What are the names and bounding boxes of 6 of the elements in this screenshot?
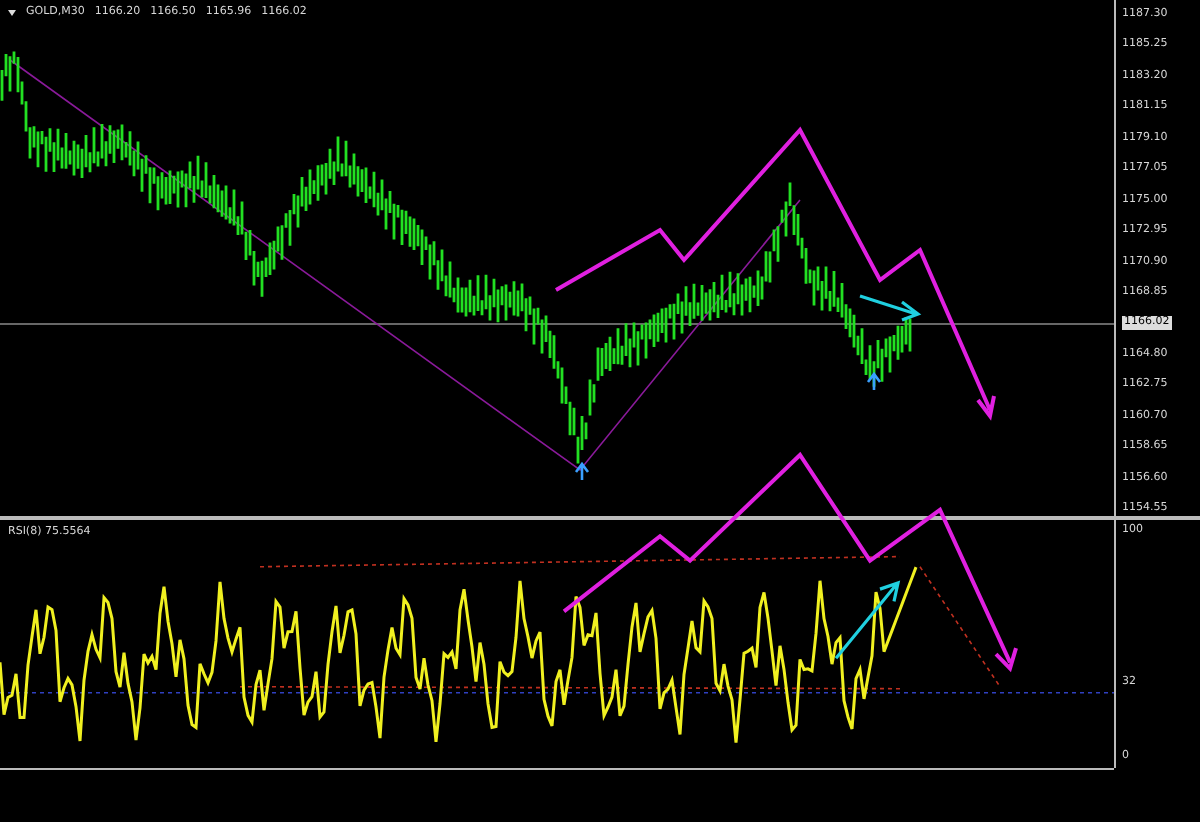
arrow	[858, 294, 922, 322]
dropdown-triangle-icon	[8, 9, 16, 15]
channel-line	[919, 565, 1001, 688]
arrow-up-icon	[866, 371, 882, 392]
arrow	[834, 580, 901, 660]
arrow-up-icon	[574, 461, 590, 482]
